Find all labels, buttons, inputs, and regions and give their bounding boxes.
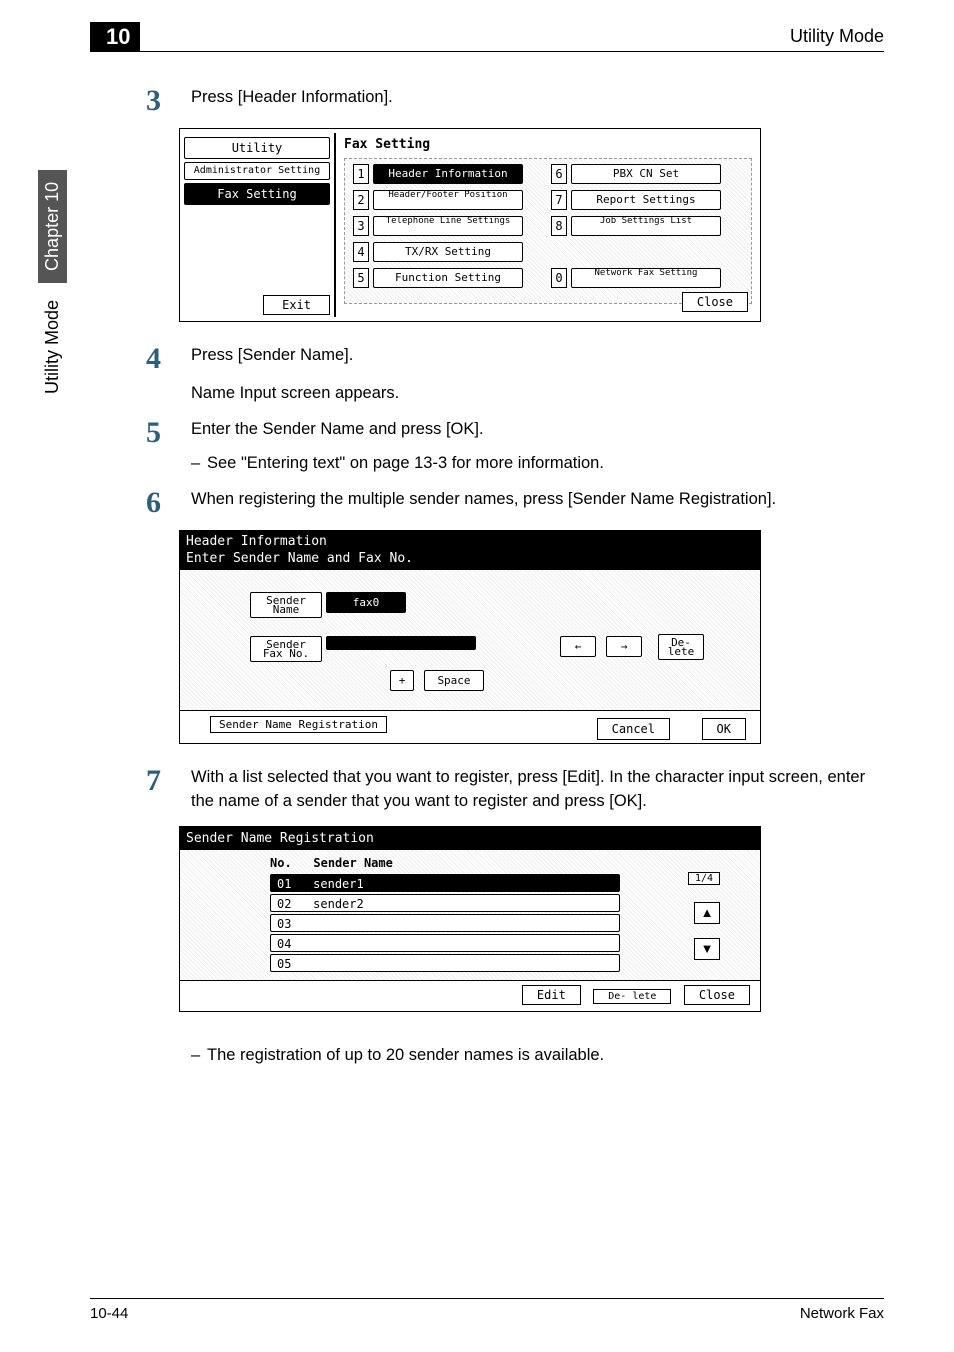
list-row-1[interactable]: 01 sender1 <box>270 874 620 892</box>
menu-num-5: 5 <box>353 268 369 288</box>
sender-name-button[interactable]: Sender Name <box>250 592 322 618</box>
sidebar-chapter: Chapter 10 <box>38 170 67 283</box>
space-button[interactable]: Space <box>424 670 484 691</box>
arrow-left-button[interactable]: ← <box>560 636 596 657</box>
menu-num-0: 0 <box>551 268 567 288</box>
menu-num-1: 1 <box>353 164 369 184</box>
step-number: 7 <box>135 766 161 814</box>
step-text: With a list selected that you want to re… <box>191 766 884 814</box>
menu-num-7: 7 <box>551 190 567 210</box>
network-fax-setting-button[interactable]: Network Fax Setting <box>571 268 721 288</box>
list-row-4[interactable]: 04 <box>270 934 620 952</box>
dialog-title: Header Information <box>186 534 754 551</box>
step-7: 7 With a list selected that you want to … <box>135 766 884 814</box>
edit-button[interactable]: Edit <box>522 985 581 1005</box>
utility-tab[interactable]: Utility <box>184 137 330 159</box>
delete-button[interactable]: De- lete <box>658 634 704 660</box>
telephone-line-settings-button[interactable]: Telephone Line Settings <box>373 216 523 236</box>
col-name: Sender Name <box>313 856 392 870</box>
list-row-5[interactable]: 05 <box>270 954 620 972</box>
step-subtext: Name Input screen appears. <box>191 384 399 402</box>
dialog-title: Sender Name Registration <box>180 827 760 850</box>
sender-name-value: fax0 <box>326 592 406 613</box>
plus-button[interactable]: + <box>390 670 414 691</box>
header-information-screenshot: Header Information Enter Sender Name and… <box>179 530 761 744</box>
list-row-3[interactable]: 03 <box>270 914 620 932</box>
close-button[interactable]: Close <box>684 985 750 1005</box>
delete-button[interactable]: De- lete <box>593 989 671 1004</box>
step-number: 4 <box>135 344 161 406</box>
sender-name-registration-button[interactable]: Sender Name Registration <box>210 716 387 733</box>
sender-name-registration-screenshot: Sender Name Registration No. Sender Name… <box>179 826 761 1012</box>
function-setting-button[interactable]: Function Setting <box>373 268 523 288</box>
bullet-dash: – <box>191 452 207 476</box>
list-row-2[interactable]: 02 sender2 <box>270 894 620 912</box>
header-footer-position-button[interactable]: Header/Footer Position <box>373 190 523 210</box>
sidebar-mode: Utility Mode <box>38 294 67 400</box>
panel-title: Fax Setting <box>340 135 756 154</box>
step-bullet: The registration of up to 20 sender name… <box>207 1046 604 1064</box>
step-bullet: See "Entering text" on page 13-3 for mor… <box>207 454 604 472</box>
step-7-bullet: –The registration of up to 20 sender nam… <box>135 1034 884 1068</box>
page-header: 10 Utility Mode <box>90 22 884 52</box>
menu-num-6: 6 <box>551 164 567 184</box>
page-indicator: 1/4 <box>688 872 720 885</box>
arrow-right-button[interactable]: → <box>606 636 642 657</box>
step-text: Press [Header Information]. <box>191 86 884 116</box>
step-text: Press [Sender Name]. <box>191 346 353 364</box>
admin-setting-tab[interactable]: Administrator Setting <box>184 162 330 180</box>
page-number: 10-44 <box>90 1305 128 1322</box>
menu-num-3: 3 <box>353 216 369 236</box>
exit-button[interactable]: Exit <box>263 295 330 315</box>
menu-num-2: 2 <box>353 190 369 210</box>
step-number: 6 <box>135 488 161 518</box>
page-footer: 10-44 Network Fax <box>90 1298 884 1322</box>
header-title: Utility Mode <box>790 26 884 47</box>
scroll-down-button[interactable]: ▼ <box>694 938 720 960</box>
scroll-up-button[interactable]: ▲ <box>694 902 720 924</box>
col-no: No. <box>270 856 292 870</box>
pbx-cn-set-button[interactable]: PBX CN Set <box>571 164 721 184</box>
menu-num-4: 4 <box>353 242 369 262</box>
step-text: When registering the multiple sender nam… <box>191 488 884 518</box>
step-4: 4 Press [Sender Name]. Name Input screen… <box>135 344 884 406</box>
dialog-subtitle: Enter Sender Name and Fax No. <box>186 551 754 568</box>
fax-setting-tab[interactable]: Fax Setting <box>184 183 330 205</box>
menu-num-8: 8 <box>551 216 567 236</box>
step-3: 3 Press [Header Information]. <box>135 86 884 116</box>
fax-setting-screenshot: Utility Administrator Setting Fax Settin… <box>179 128 761 322</box>
step-text: Enter the Sender Name and press [OK]. <box>191 420 484 438</box>
step-number: 3 <box>135 86 161 116</box>
separator <box>334 133 336 317</box>
txrx-setting-button[interactable]: TX/RX Setting <box>373 242 523 262</box>
header-information-button[interactable]: Header Information <box>373 164 523 184</box>
report-settings-button[interactable]: Report Settings <box>571 190 721 210</box>
step-5: 5 Enter the Sender Name and press [OK]. … <box>135 418 884 476</box>
footer-title: Network Fax <box>800 1305 884 1322</box>
bullet-dash: – <box>191 1044 207 1068</box>
sender-fax-no-button[interactable]: Sender Fax No. <box>250 636 322 662</box>
sidebar: Utility Mode Chapter 10 <box>38 170 67 400</box>
close-button[interactable]: Close <box>682 292 748 312</box>
step-6: 6 When registering the multiple sender n… <box>135 488 884 518</box>
ok-button[interactable]: OK <box>702 718 746 740</box>
job-settings-list-button[interactable]: Job Settings List <box>571 216 721 236</box>
sender-fax-value <box>326 636 476 650</box>
chapter-chip: 10 <box>90 22 140 52</box>
cancel-button[interactable]: Cancel <box>597 718 670 740</box>
step-number: 5 <box>135 418 161 476</box>
